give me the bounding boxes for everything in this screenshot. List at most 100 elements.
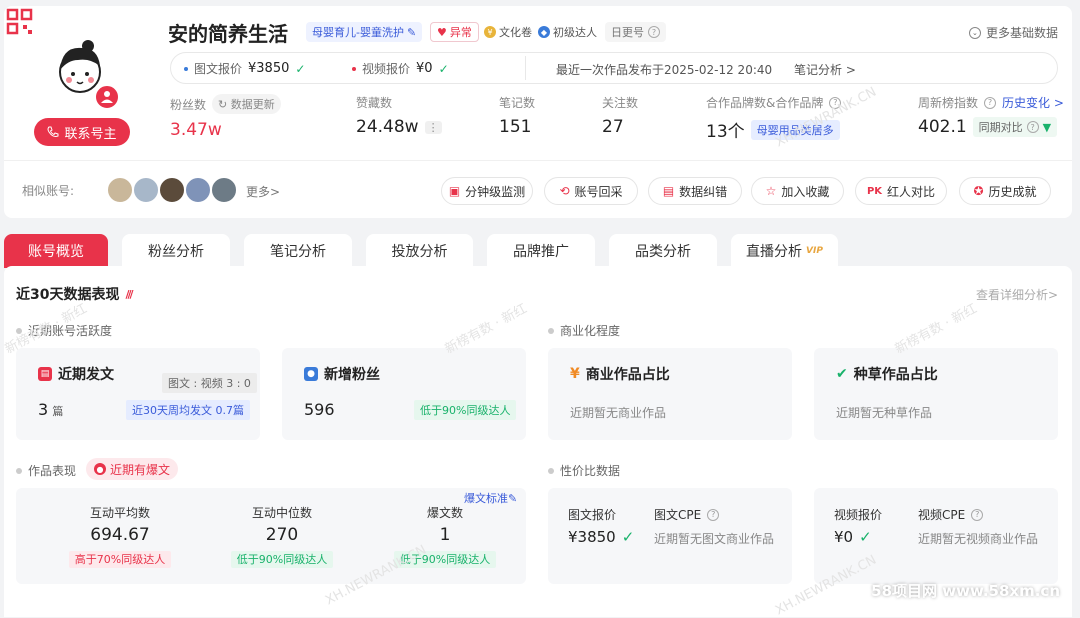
heart-icon: ♥: [437, 25, 447, 39]
weekly-avg-badge: 近30天周均发文 0.7篇: [126, 400, 250, 420]
stat-fans: 粉丝数 ↻ 数据更新 3.47w: [170, 94, 281, 140]
similar-account-avatar[interactable]: [210, 176, 238, 204]
contact-owner-label: 联系号主: [64, 126, 117, 142]
recent-posts-title: ▤ 近期发文: [38, 364, 114, 384]
fire-icon: ●: [94, 463, 106, 475]
view-detail-link[interactable]: 查看详细分析>: [976, 286, 1058, 303]
bullet-icon: [548, 327, 554, 334]
video-price-label: 视频报价: [834, 508, 883, 522]
stat-likes: 赞藏数 24.48w ⋮: [356, 94, 442, 137]
data-correction-button[interactable]: ▤ 数据纠错: [648, 177, 742, 205]
phone-icon: [47, 126, 59, 137]
new-fans-card: [282, 348, 526, 440]
red-dot-icon: [352, 66, 356, 71]
hot-post-tag[interactable]: ● 近期有爆文: [86, 458, 179, 480]
slash-decoration-icon: ///: [125, 287, 133, 301]
value-subtitle: 性价比数据: [548, 462, 620, 479]
note-analysis-link[interactable]: 笔记分析 >: [794, 61, 856, 78]
help-icon[interactable]: ?: [971, 508, 984, 521]
tab-account-overview[interactable]: 账号概览: [4, 234, 108, 268]
tab-brand-promotion[interactable]: 品牌推广: [487, 234, 595, 268]
account-name: 安的简养生活: [168, 22, 288, 46]
commercial-subtitle: 商业化程度: [548, 322, 620, 339]
culture-tag: ¥ 文化卷: [478, 22, 538, 42]
header-divider: [4, 160, 1072, 161]
similar-account-avatar[interactable]: [132, 176, 160, 204]
blue-dot-icon: [184, 66, 188, 71]
seeding-ratio-empty: 近期暂无种草作品: [836, 406, 933, 420]
help-icon[interactable]: ?: [984, 96, 997, 109]
works-subtitle: 作品表现: [16, 462, 76, 479]
bullet-icon: [16, 467, 22, 474]
tab-fans-analysis[interactable]: 粉丝分析: [122, 234, 230, 268]
similar-accounts-label: 相似账号:: [22, 184, 75, 198]
similar-account-avatar[interactable]: [158, 176, 186, 204]
star-icon: ☆: [765, 184, 777, 198]
image-price-value: ¥3850 ✓: [568, 528, 635, 546]
rank-value: 402.1: [918, 117, 967, 137]
likes-value: 24.48w: [356, 117, 419, 137]
check-icon: ✓: [621, 528, 635, 546]
history-achievement-button[interactable]: ✪ 历史成就: [959, 177, 1051, 205]
works-avg-interaction: 互动平均数 694.67 高于70%同级达人: [60, 504, 180, 568]
chevron-down-icon: ⌄: [968, 26, 981, 39]
similar-more-link[interactable]: 更多>: [246, 183, 280, 200]
notes-value: 151: [499, 117, 532, 137]
recent-posts-value: 3 篇: [38, 400, 64, 419]
data-update-button[interactable]: ↻ 数据更新: [212, 94, 281, 114]
image-price-label: 图文报价: [568, 508, 617, 522]
contact-owner-button[interactable]: 联系号主: [34, 118, 130, 146]
correction-icon: ▤: [662, 184, 675, 198]
check-icon: ✓: [295, 61, 306, 76]
more-basic-data-link[interactable]: ⌄ 更多基础数据: [968, 24, 1058, 41]
influencer-compare-button[interactable]: PK 红人对比: [855, 177, 947, 205]
more-dots-icon[interactable]: ⋮: [424, 120, 442, 134]
new-fans-value: 596: [304, 400, 335, 419]
history-change-link[interactable]: 历史变化 >: [1002, 94, 1064, 111]
edit-icon: ✎: [406, 25, 417, 39]
account-recollect-button[interactable]: ⟲ 账号回采: [544, 177, 638, 205]
commercial-ratio-card: [548, 348, 792, 440]
yen-icon: ¥: [570, 366, 580, 382]
tab-placement-analysis[interactable]: 投放分析: [366, 234, 473, 268]
price-divider: [525, 56, 526, 80]
gender-badge-icon: [94, 84, 120, 110]
help-icon[interactable]: ?: [707, 508, 720, 521]
tab-category-analysis[interactable]: 品类分析: [609, 234, 717, 268]
check-icon: ✓: [438, 61, 449, 76]
qr-code-icon[interactable]: [6, 8, 34, 36]
similar-account-avatar[interactable]: [184, 176, 212, 204]
level-tag: ◆ 初级达人: [532, 22, 603, 42]
seeding-ratio-card: [814, 348, 1058, 440]
stat-notes: 笔记数 151: [499, 96, 536, 137]
follow-value: 27: [602, 117, 624, 137]
stat-rank-index: 周新榜指数 ? 历史变化 > 402.1 同期对比 ? ▼: [918, 94, 1064, 137]
sprout-icon: ✔: [836, 366, 848, 382]
document-icon: ▤: [38, 367, 52, 381]
help-icon: ?: [1026, 121, 1039, 133]
similar-account-avatar[interactable]: [106, 176, 134, 204]
minute-monitor-button[interactable]: ▣ 分钟级监测: [441, 177, 533, 205]
abnormal-tag[interactable]: ♥ 异常: [430, 22, 479, 42]
add-favorite-button[interactable]: ☆ 加入收藏: [751, 177, 844, 205]
bullet-icon: [548, 467, 554, 474]
user-icon: ●: [304, 367, 318, 381]
video-price: 视频报价 ¥0 ✓: [352, 60, 449, 77]
video-price-value: ¥0 ✓: [834, 528, 872, 546]
image-cpe-label: 图文CPE ?: [654, 506, 720, 523]
recollect-icon: ⟲: [559, 184, 570, 198]
works-median-interaction: 互动中位数 270 低于90%同级达人: [222, 504, 342, 568]
seeding-ratio-title: ✔ 种草作品占比: [836, 366, 938, 383]
period-compare[interactable]: 同期对比 ? ▼: [972, 117, 1058, 137]
vip-badge: VIP: [806, 246, 823, 256]
help-icon[interactable]: ?: [648, 26, 660, 38]
tab-notes-analysis[interactable]: 笔记分析: [244, 234, 352, 268]
medal-icon: ✪: [973, 184, 984, 198]
new-fans-title: ● 新增粉丝: [304, 364, 380, 384]
tab-live-analysis[interactable]: 直播分析 VIP: [731, 234, 838, 268]
commercial-ratio-empty: 近期暂无商业作品: [570, 406, 667, 420]
site-watermark: 58项目网 www.58xm.cn: [871, 582, 1060, 600]
recent-posts-card: [16, 348, 260, 440]
category-tag[interactable]: 母婴育儿-婴童洗护 ✎: [306, 22, 423, 42]
fans-value: 3.47w: [170, 120, 222, 140]
